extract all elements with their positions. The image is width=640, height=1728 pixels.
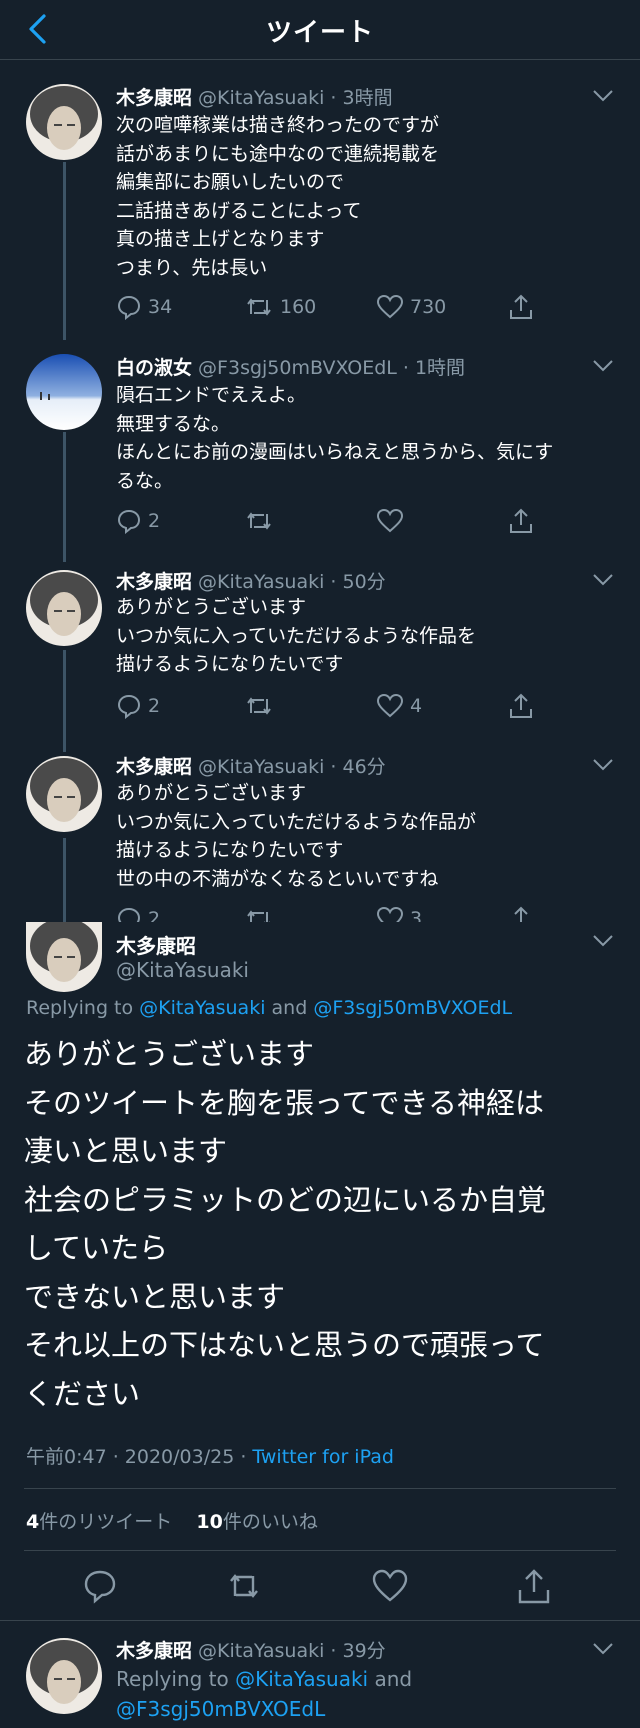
tweet-stats: 4件のリツイート 10件のいいね (26, 1511, 318, 1533)
replying-to: Replying to @KitaYasuaki and @F3sgj50mBV… (26, 997, 513, 1019)
chevron-down-icon[interactable] (592, 89, 614, 103)
heart-icon (376, 508, 404, 533)
reply-button[interactable]: 2 (116, 506, 160, 536)
thread-line (63, 650, 66, 752)
author-handle-time: @KitaYasuaki · 46分 (192, 756, 386, 778)
heart-icon (376, 294, 404, 319)
tweet-text: 次の喧嘩稼業は描き終わったのですが 話があまりにも途中なので連続掲載を 編集部にお願… (116, 114, 440, 279)
divider (0, 1620, 640, 1621)
author-handle-time: @KitaYasuaki · 3時間 (192, 87, 393, 109)
heart-icon (376, 906, 404, 922)
author-name[interactable]: 木多康昭 (116, 1640, 192, 1662)
retweet-button[interactable] (244, 691, 280, 721)
retweet-icon (247, 697, 271, 715)
tweet-actions: 2 (116, 506, 546, 536)
avatar[interactable] (26, 1638, 102, 1714)
main-author-handle[interactable]: @KitaYasuaki (116, 958, 249, 982)
chevron-down-icon[interactable] (592, 1642, 614, 1656)
tweet-actions: 2 4 (116, 691, 546, 721)
like-button[interactable]: 4 (376, 691, 422, 721)
source-link[interactable]: Twitter for iPad (252, 1446, 393, 1468)
retweet-icon[interactable] (224, 1566, 264, 1606)
thread-line (63, 162, 66, 340)
chevron-down-icon[interactable] (592, 758, 614, 772)
heart-icon (376, 693, 404, 718)
retweet-button[interactable] (244, 506, 280, 536)
author-name[interactable]: 木多康昭 (116, 756, 192, 778)
tweet-text: ありがとうございます いつか気に入っていただけるような作品が 描けるようになりたいで… (116, 782, 477, 890)
chevron-down-icon[interactable] (592, 934, 614, 948)
share-icon (510, 508, 532, 533)
mention-link[interactable]: @KitaYasuaki (235, 1667, 368, 1691)
reply-icon (117, 509, 141, 534)
reply-icon (117, 907, 141, 922)
share-button[interactable] (508, 506, 534, 536)
share-button[interactable] (508, 691, 534, 721)
thread-line (63, 838, 66, 926)
reply-icon[interactable] (80, 1566, 120, 1606)
retweet-icon (247, 512, 271, 530)
like-button[interactable]: 730 (376, 292, 446, 322)
author-name[interactable]: 木多康昭 (116, 87, 192, 109)
retweet-button[interactable] (244, 904, 280, 922)
author-handle-time: @KitaYasuaki · 50分 (192, 571, 386, 593)
retweet-button[interactable]: 160 (244, 292, 316, 322)
share-icon (510, 693, 532, 718)
reply-icon (117, 295, 141, 320)
share-button[interactable] (508, 292, 534, 322)
like-button[interactable]: 3 (376, 904, 422, 922)
tweet-timestamp: 午前0:47 · 2020/03/25 · Twitter for iPad (26, 1446, 394, 1468)
author-name[interactable]: 木多康昭 (116, 571, 192, 593)
top-nav-bar: ツイート (0, 0, 640, 60)
page-title: ツイート (265, 18, 374, 48)
reply-icon (117, 694, 141, 719)
share-icon[interactable] (514, 1566, 554, 1606)
replying-to: Replying to @KitaYasuaki and @F3sgj50mBV… (116, 1667, 413, 1721)
author-name[interactable]: 白の淑女 (116, 357, 192, 379)
thread-line (63, 432, 66, 562)
heart-icon[interactable] (370, 1566, 410, 1606)
main-author-name[interactable]: 木多康昭 (116, 930, 196, 959)
like-count[interactable]: 10 (196, 1511, 222, 1533)
retweet-icon (247, 910, 270, 922)
share-icon (510, 294, 532, 319)
main-tweet-text: ありがとうございます そのツイートを胸を張ってできる神経は 凄いと思います 社会のピラ… (24, 1037, 547, 1411)
divider (24, 1550, 616, 1551)
mention-link[interactable]: @KitaYasuaki (139, 997, 265, 1019)
retweet-count[interactable]: 4 (26, 1511, 39, 1533)
tweet-actions: 2 3 (116, 904, 546, 922)
main-tweet-actions (0, 1566, 640, 1606)
tweet-text: 隕石エンドでええよ。 無理するな。 ほんとにお前の漫画はいらねえと思うから、気にする… (116, 384, 554, 492)
share-button[interactable] (508, 904, 534, 922)
share-icon (510, 906, 532, 922)
tweet-text: ありがとうございます いつか気に入っていただけるような作品を 描けるようになりたいで… (116, 596, 477, 676)
divider (24, 1488, 616, 1489)
avatar[interactable] (26, 84, 102, 160)
reply-button[interactable]: 2 (116, 691, 160, 721)
mention-link[interactable]: @F3sgj50mBVXOEdL (313, 997, 512, 1019)
author-handle-time: @F3sgj50mBVXOEdL · 1時間 (192, 357, 466, 379)
retweet-icon (247, 298, 271, 316)
avatar[interactable] (26, 756, 102, 832)
avatar[interactable] (26, 570, 102, 646)
reply-button[interactable]: 2 (116, 904, 160, 922)
main-avatar[interactable] (26, 922, 102, 992)
tweet-actions: 34 160 730 (116, 292, 546, 322)
author-handle-time: @KitaYasuaki · 39分 (192, 1640, 386, 1662)
reply-button[interactable]: 34 (116, 292, 172, 322)
chevron-down-icon[interactable] (592, 359, 614, 373)
avatar[interactable] (26, 354, 102, 430)
like-button[interactable] (376, 506, 410, 536)
mention-link[interactable]: @F3sgj50mBVXOEdL (116, 1697, 325, 1721)
chevron-down-icon[interactable] (592, 573, 614, 587)
